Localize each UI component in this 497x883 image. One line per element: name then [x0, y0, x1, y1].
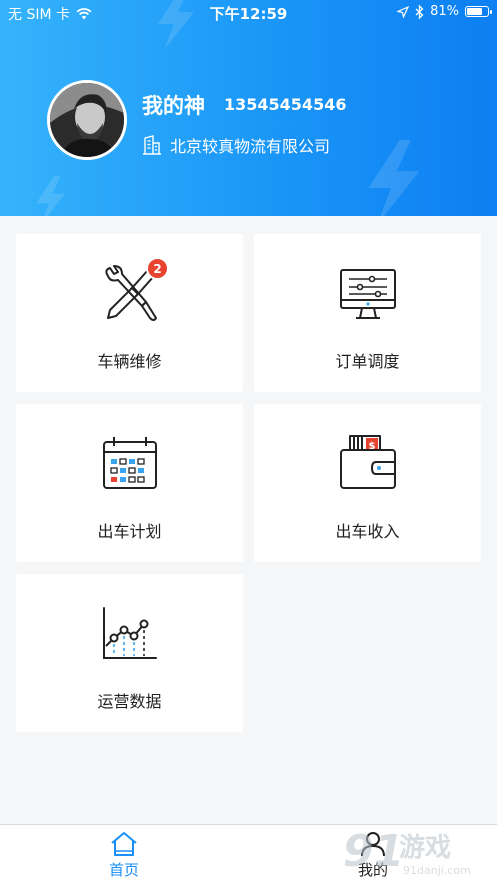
watermark-site: 91danji.com	[403, 864, 471, 877]
location-arrow-icon	[397, 5, 410, 18]
battery-level-fill	[467, 8, 483, 15]
wallet-icon: $	[339, 435, 396, 489]
company-row: 北京较真物流有限公司	[142, 133, 330, 157]
status-bar: 无 SIM 卡 下午12:59 81%	[0, 0, 497, 26]
tab-home[interactable]: 首页	[64, 825, 184, 883]
watermark-brand: 游戏	[399, 833, 451, 863]
lightning-decoration-icon	[368, 140, 420, 216]
avatar[interactable]	[47, 80, 127, 160]
battery-icon	[465, 6, 492, 17]
menu-label: 出车收入	[335, 522, 400, 541]
notification-badge: 2	[146, 257, 169, 280]
menu-label: 运营数据	[97, 692, 162, 711]
avatar-photo	[50, 83, 124, 157]
building-icon	[143, 135, 161, 155]
menu-label: 车辆维修	[97, 352, 162, 371]
user-phone: 13545454546	[224, 95, 347, 114]
calendar-icon	[102, 437, 157, 489]
profile-header: 无 SIM 卡 下午12:59 81% 我的神 13545454546 北京较真…	[0, 0, 497, 216]
svg-text:91: 91	[343, 826, 404, 877]
monitor-sliders-icon	[339, 269, 396, 319]
menu-card-trip-income[interactable]: $ 出车收入	[254, 404, 481, 562]
menu-card-vehicle-repair[interactable]: 2 车辆维修	[16, 234, 243, 392]
menu-label: 出车计划	[97, 522, 162, 541]
company-name: 北京较真物流有限公司	[170, 137, 331, 156]
watermark-logo: 91 游戏 91danji.com	[343, 826, 471, 877]
menu-card-operations-data[interactable]: 运营数据	[16, 574, 243, 732]
home-icon	[111, 832, 137, 856]
battery-percent: 81%	[430, 4, 459, 19]
menu-card-order-dispatch[interactable]: 订单调度	[254, 234, 481, 392]
tab-label: 首页	[108, 861, 139, 879]
menu-card-trip-plan[interactable]: 出车计划	[16, 404, 243, 562]
menu-label: 订单调度	[335, 352, 400, 371]
lightning-decoration-icon	[36, 176, 66, 216]
user-name: 我的神	[142, 94, 205, 118]
bluetooth-icon	[415, 4, 424, 19]
line-chart-icon	[102, 607, 157, 659]
